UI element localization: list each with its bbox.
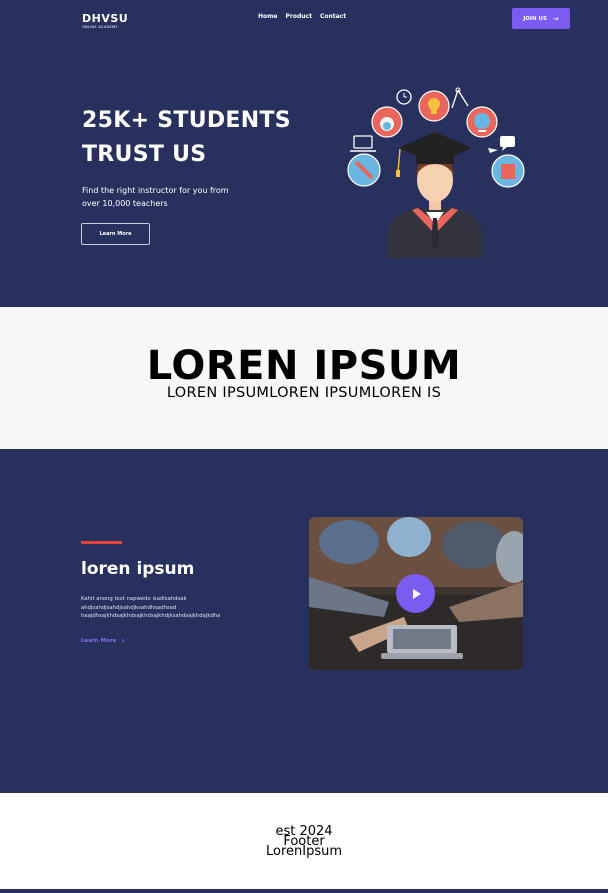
- accent-divider: [81, 541, 122, 544]
- band-title: LOREN IPSUM: [146, 343, 462, 389]
- headline-band: LOREN IPSUM LOREN IPSUMLOREN IPSUMLOREN …: [0, 307, 608, 449]
- brand-tagline: ONLINE ACADEMY: [82, 25, 118, 29]
- lightbulb-icon: [418, 90, 450, 122]
- hero-section: DHVSU ONLINE ACADEMY Home Product Contac…: [0, 0, 608, 307]
- hero-title-line2: TRUST US: [82, 142, 207, 167]
- chemistry-icon: [371, 106, 403, 138]
- feature-text: Kahit anong text napwede isadlsahdsak ah…: [81, 595, 251, 621]
- laptop-icon: [350, 135, 376, 152]
- play-icon: [412, 588, 421, 599]
- main-nav: Home Product Contact: [258, 13, 346, 20]
- compass-icon: [451, 87, 469, 109]
- nav-product[interactable]: Product: [285, 13, 311, 20]
- brand-logo[interactable]: DHVSU ONLINE ACADEMY: [82, 13, 128, 29]
- footer-line-name: LorenIpsum: [265, 844, 343, 859]
- video-thumbnail[interactable]: [309, 517, 523, 670]
- hero-title-line1: 25K+ STUDENTS: [82, 108, 291, 133]
- paper-plane-icon: [488, 148, 498, 153]
- bottom-bar: [0, 889, 608, 893]
- graduate-illustration: [347, 87, 525, 258]
- hero-title: 25K+ STUDENTS TRUST US: [82, 104, 291, 172]
- hero-subtitle-line2: over 10,000 teachers: [82, 199, 168, 208]
- pencil-icon: [347, 153, 381, 187]
- clock-icon: [396, 89, 412, 105]
- footer: est 2024 Footer LorenIpsum: [0, 793, 608, 889]
- band-subtitle: LOREN IPSUMLOREN IPSUMLOREN IS: [166, 385, 442, 401]
- feature-text-line1: Kahit anong text napwede isadlsahdsak: [81, 596, 187, 602]
- nav-contact[interactable]: Contact: [320, 13, 346, 20]
- feature-section: loren ipsum Kahit anong text napwede isa…: [0, 449, 608, 793]
- hero-subtitle: Find the right instructor for you from o…: [82, 184, 252, 210]
- hero-learn-more-button[interactable]: Learn More: [81, 223, 150, 245]
- feature-link-label: Learn More: [81, 637, 117, 644]
- feature-text-line3: haajdhsajkhdsajkhdsajkhdsajkhdjksahdsajk…: [81, 613, 221, 619]
- feature-title: loren ipsum: [81, 559, 195, 579]
- chat-icon: [500, 136, 515, 151]
- book-icon: [491, 154, 525, 188]
- brand-name: DHVSU: [82, 12, 129, 25]
- graduate-person: [388, 132, 482, 258]
- feature-learn-more-link[interactable]: Learn More ›: [81, 636, 124, 645]
- hero-subtitle-line1: Find the right instructor for you from: [82, 186, 229, 195]
- join-us-button[interactable]: JOIN US →: [512, 8, 570, 29]
- globe-icon: [466, 106, 498, 138]
- nav-home[interactable]: Home: [258, 13, 277, 20]
- arrow-right-icon: →: [552, 14, 559, 23]
- chevron-right-icon: ›: [121, 636, 125, 645]
- join-us-label: JOIN US: [523, 15, 547, 22]
- play-button[interactable]: [396, 574, 435, 613]
- feature-text-line2: ahdjsahdjsahdjsahdjksahdhsadhsad: [81, 604, 177, 611]
